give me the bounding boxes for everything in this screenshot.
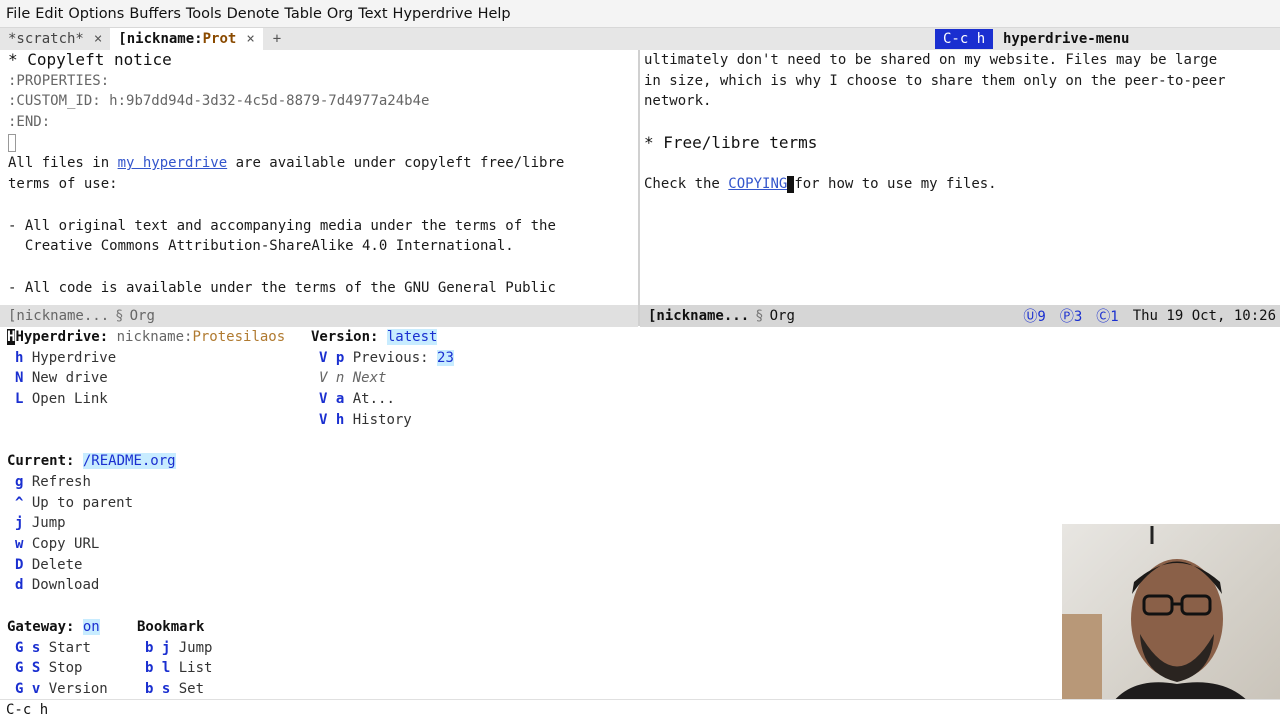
menu-bar: File Edit Options Buffers Tools Denote T… — [0, 0, 1280, 28]
menu-item-gateway-version[interactable]: G v Version — [15, 679, 108, 700]
close-icon[interactable]: × — [246, 31, 254, 47]
modeline-left: [nickname... § Org — [0, 305, 638, 327]
drive-name: Protesilaos — [192, 329, 286, 345]
status-indicator-p: Ⓟ3 — [1059, 309, 1083, 325]
menu-item-jump[interactable]: j Jump — [15, 513, 66, 534]
list-item: - All code is available under the terms … — [8, 279, 556, 296]
modeline-right: [nickname... § Org Ⓤ9 Ⓟ3 Ⓒ1 Thu 19 Oct, … — [640, 305, 1280, 327]
drive-title: HHyperdrive: — [7, 329, 109, 345]
properties-drawer: :PROPERTIES: — [8, 72, 110, 89]
close-icon[interactable]: × — [94, 31, 102, 47]
menu-item-hyperdrive[interactable]: h Hyperdrive — [15, 348, 116, 369]
menu-item-gateway-stop[interactable]: G S Stop — [15, 658, 82, 679]
tab-label-drive: Prot — [202, 31, 237, 47]
modeline-buffer: [nickname... — [8, 308, 110, 324]
version-title: Version: — [311, 329, 379, 345]
right-window[interactable]: ultimately don't need to be shared on my… — [644, 50, 1280, 304]
menu-item-bookmark-set[interactable]: b s Set — [145, 679, 204, 700]
menu-item-previous[interactable]: V p Previous: 23 — [319, 348, 454, 369]
version-value: latest — [386, 329, 438, 345]
status-indicator-c: Ⓒ1 — [1096, 309, 1119, 325]
drive-prefix: nickname: — [116, 329, 193, 345]
tab-nickname[interactable]: [nickname: Prot × — [110, 28, 263, 50]
text: All files in — [8, 155, 118, 172]
bookmark-header: Bookmark — [137, 618, 205, 635]
tab-scratch[interactable]: *scratch* × — [0, 28, 110, 50]
menu-item-open-link[interactable]: L Open Link — [15, 389, 108, 410]
menu-item-up-to-parent[interactable]: ^ Up to parent — [15, 493, 133, 514]
menu-hyperdrive[interactable]: Hyperdrive — [393, 6, 473, 22]
gateway-header: Gateway: on — [7, 618, 100, 635]
menu-org[interactable]: Org — [327, 6, 353, 22]
current-header: Current: /README.org — [7, 453, 176, 470]
menu-file[interactable]: File — [6, 6, 30, 22]
menu-item-new-drive[interactable]: N New drive — [15, 368, 108, 389]
org-heading: * Copyleft notice — [8, 50, 172, 69]
text-line: in size, which is why I choose to share … — [644, 72, 1226, 89]
command-name: hyperdrive-menu — [1003, 31, 1130, 47]
echo-area: C-c h — [0, 699, 1280, 721]
menu-buffers[interactable]: Buffers — [129, 6, 181, 22]
text-line: network. — [644, 93, 712, 110]
tab-label: [nickname: — [118, 31, 203, 47]
paragraph-line: terms of use: — [8, 176, 118, 193]
empty-line-cursor — [8, 133, 636, 154]
copying-link[interactable]: COPYING — [728, 176, 787, 192]
custom-id-value: h:9b7dd94d-3d32-4c5d-8879-7d4977a24b4e — [109, 93, 430, 110]
webcam-overlay — [1062, 524, 1280, 720]
menu-item-next: V n Next — [319, 370, 387, 387]
menu-item-download[interactable]: d Download — [15, 575, 99, 596]
menu-edit[interactable]: Edit — [35, 6, 63, 22]
custom-id-key: :CUSTOM_ID: — [8, 93, 101, 110]
list-item: - All original text and accompanying med… — [8, 217, 556, 234]
modeline-buffer: [nickname... — [648, 308, 750, 324]
end-drawer: :END: — [8, 114, 51, 131]
menu-item-copy-url[interactable]: w Copy URL — [15, 534, 99, 555]
menu-item-delete[interactable]: D Delete — [15, 555, 82, 576]
list-item-cont: Creative Commons Attribution-ShareAlike … — [8, 238, 514, 255]
status-indicator-u: Ⓤ9 — [1023, 309, 1046, 325]
text-line: Check the COPYING for how to use my files… — [644, 174, 1280, 195]
menu-text[interactable]: Text — [358, 6, 387, 22]
modeline-status: Ⓤ9 Ⓟ3 Ⓒ1 Thu 19 Oct, 10:26 — [1009, 305, 1276, 327]
menu-item-history[interactable]: V h History — [319, 410, 412, 431]
custom-id-line: :CUSTOM_ID: h:9b7dd94d-3d32-4c5d-8879-7d… — [8, 91, 636, 112]
modeline-separator: § — [755, 308, 764, 324]
version-header: Version: latest — [311, 327, 438, 348]
modeline-mode: Org — [769, 308, 795, 324]
menu-options[interactable]: Options — [68, 6, 124, 22]
text-line: ultimately don't need to be shared on my… — [644, 52, 1218, 68]
org-heading: * Free/libre terms — [644, 132, 818, 152]
modeline-mode: Org — [129, 308, 155, 324]
text: are available under copyleft free/libre — [227, 155, 565, 172]
presenter-image — [1062, 526, 1262, 720]
menu-item-at[interactable]: V a At... — [319, 389, 395, 410]
left-window[interactable]: * Copyleft notice :PROPERTIES: :CUSTOM_I… — [8, 50, 636, 304]
menu-item-bookmark-jump[interactable]: b j Jump — [145, 638, 212, 659]
window-divider[interactable] — [638, 50, 640, 326]
menu-help[interactable]: Help — [478, 6, 511, 22]
paragraph-line: All files in my hyperdrive are available… — [8, 153, 636, 174]
drive-header: HHyperdrive: nickname:Protesilaos — [7, 327, 285, 348]
add-tab-icon[interactable]: + — [263, 31, 291, 47]
current-file: /README.org — [82, 453, 176, 470]
menu-denote[interactable]: Denote — [227, 6, 280, 22]
menu-item-refresh[interactable]: g Refresh — [15, 472, 91, 493]
gateway-status: on — [82, 618, 100, 635]
menu-tools[interactable]: Tools — [186, 6, 222, 22]
menu-table[interactable]: Table — [284, 6, 322, 22]
key-hint: C-c h — [935, 29, 994, 49]
menu-item-bookmark-list[interactable]: b l List — [145, 658, 212, 679]
my-hyperdrive-link[interactable]: my hyperdrive — [118, 155, 228, 171]
menu-item-gateway-start[interactable]: G s Start — [15, 638, 91, 659]
text: Check the — [644, 176, 729, 193]
tab-label: *scratch* — [8, 31, 84, 47]
modeline-separator: § — [115, 308, 124, 324]
text: for how to use my files. — [794, 176, 997, 193]
clock: Thu 19 Oct, 10:26 — [1132, 308, 1276, 324]
